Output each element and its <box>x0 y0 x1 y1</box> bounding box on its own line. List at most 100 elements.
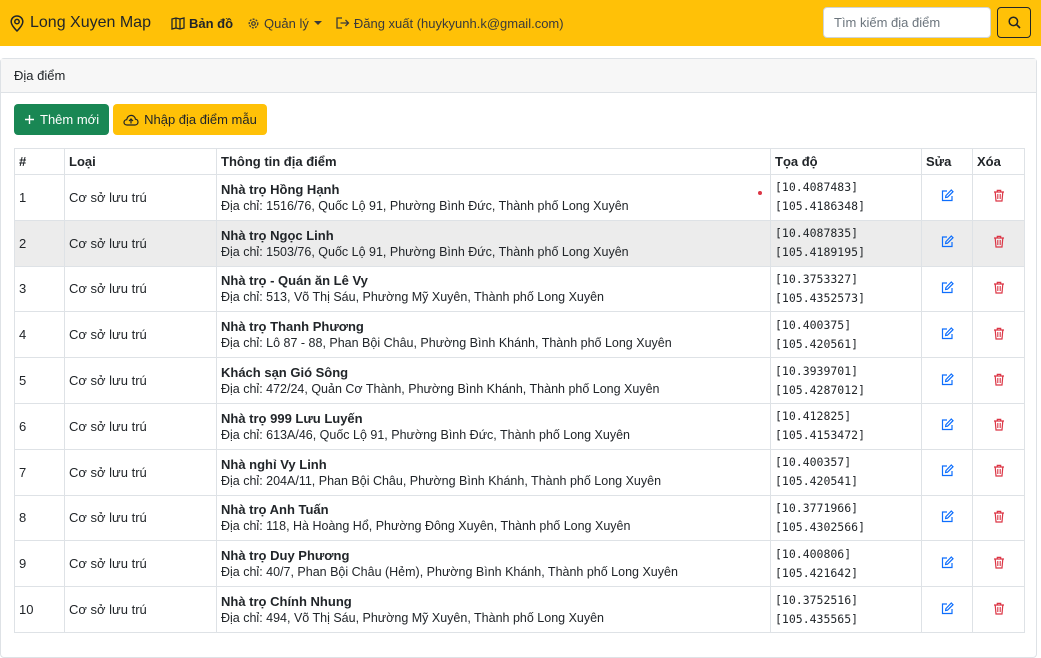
row-delete <box>972 402 1025 450</box>
coord-lng: [105.421642] <box>775 565 859 580</box>
table-row: 7 Cơ sở lưu trú Nhà nghỉ Vy Linh Địa chỉ… <box>14 448 1025 496</box>
table-row: 2 Cơ sở lưu trú Nhà trọ Ngọc Linh Địa ch… <box>14 219 1025 267</box>
edit-icon[interactable] <box>941 464 954 477</box>
edit-icon[interactable] <box>941 601 954 615</box>
row-info: Nhà trọ Chính Nhung Địa chỉ: 494, Võ Thị… <box>216 586 771 633</box>
card-toolbar: Thêm mới Nhập địa điểm mẫu <box>14 104 271 135</box>
nav-map[interactable]: Bản đồ <box>171 16 233 31</box>
row-index: 10 <box>14 586 65 633</box>
row-index-text: 8 <box>19 510 27 526</box>
add-place-button[interactable]: Thêm mới <box>14 104 110 135</box>
trash-icon[interactable] <box>993 510 1005 523</box>
row-delete <box>972 219 1025 267</box>
import-sample-button[interactable]: Nhập địa điểm mẫu <box>113 104 267 135</box>
coord-lat: [10.3752516] <box>775 592 859 607</box>
row-index-text: 6 <box>19 418 27 434</box>
row-type: Cơ sở lưu trú <box>64 357 217 404</box>
add-place-label: Thêm mới <box>40 112 100 127</box>
search-button[interactable] <box>997 7 1031 38</box>
row-type: Cơ sở lưu trú <box>64 494 217 542</box>
place-address: Địa chỉ: 40/7, Phan Bội Châu (Hẻm), Phườ… <box>221 565 678 580</box>
row-type: Cơ sở lưu trú <box>64 448 217 496</box>
col-header-delete: Xóa <box>972 148 1025 175</box>
coord-lat: [10.400375] <box>775 317 852 332</box>
row-delete <box>972 540 1025 588</box>
trash-icon[interactable] <box>993 281 1005 294</box>
chevron-down-icon <box>313 21 322 25</box>
place-address: Địa chỉ: 613A/46, Quốc Lộ 91, Phường Bìn… <box>221 427 630 442</box>
row-index: 9 <box>14 540 65 588</box>
trash-icon[interactable] <box>993 189 1005 202</box>
card-header: Địa điểm <box>1 59 1036 93</box>
row-delete <box>972 265 1025 313</box>
row-index-text: 7 <box>19 464 27 480</box>
nav-logout[interactable]: Đăng xuất (huykyunh.k@gmail.com) <box>336 16 564 31</box>
brand-link[interactable]: Long Xuyen Map <box>10 14 151 32</box>
edit-icon[interactable] <box>941 510 954 523</box>
table-row: 3 Cơ sở lưu trú Nhà trọ - Quán ăn Lê Vy … <box>14 265 1025 313</box>
coord-lat: [10.400357] <box>775 455 852 470</box>
trash-icon[interactable] <box>993 464 1005 477</box>
import-sample-label: Nhập địa điểm mẫu <box>144 112 257 127</box>
search-input[interactable] <box>823 7 991 38</box>
coord-lat: [10.400806] <box>775 546 852 561</box>
row-delete <box>972 586 1025 633</box>
map-icon <box>171 16 185 30</box>
edit-icon[interactable] <box>941 189 954 202</box>
row-index: 3 <box>14 265 65 313</box>
plus-icon <box>25 115 34 124</box>
trash-icon[interactable] <box>993 418 1005 431</box>
row-type-text: Cơ sở lưu trú <box>69 281 147 297</box>
trash-icon[interactable] <box>993 327 1005 340</box>
edit-icon[interactable] <box>941 418 954 431</box>
trash-icon[interactable] <box>993 235 1005 248</box>
row-index-text: 9 <box>19 556 27 572</box>
edit-icon[interactable] <box>941 281 954 294</box>
row-edit <box>921 402 973 450</box>
place-name: Nhà trọ Chính Nhung <box>221 594 352 610</box>
row-type-text: Cơ sở lưu trú <box>69 556 147 572</box>
marker-dot <box>758 191 762 195</box>
row-delete <box>972 174 1025 221</box>
edit-icon[interactable] <box>941 555 954 569</box>
row-edit <box>921 219 973 267</box>
row-type-text: Cơ sở lưu trú <box>69 510 147 526</box>
col-header-info: Thông tin địa điểm <box>216 148 771 175</box>
row-delete <box>972 448 1025 496</box>
trash-icon[interactable] <box>993 373 1005 386</box>
row-type-text: Cơ sở lưu trú <box>69 373 147 389</box>
place-address: Địa chỉ: 118, Hà Hoàng Hổ, Phường Đông X… <box>221 519 631 534</box>
edit-icon[interactable] <box>941 372 954 386</box>
place-name: Nhà trọ 999 Lưu Luyến <box>221 410 363 426</box>
row-type-text: Cơ sở lưu trú <box>69 464 147 480</box>
nav-logout-label: Đăng xuất (huykyunh.k@gmail.com) <box>353 15 564 31</box>
coord-lng: [105.4186348] <box>775 199 866 214</box>
row-info: Nhà trọ Anh Tuấn Địa chỉ: 118, Hà Hoàng … <box>216 494 771 542</box>
row-edit <box>921 265 973 313</box>
edit-icon[interactable] <box>941 326 954 340</box>
row-info: Nhà trọ 999 Lưu Luyến Địa chỉ: 613A/46, … <box>216 402 771 450</box>
col-header-type: Loại <box>64 148 217 175</box>
search-form <box>823 7 1031 38</box>
logout-icon <box>336 17 350 29</box>
edit-icon[interactable] <box>941 235 954 248</box>
row-info: Nhà trọ Ngọc Linh Địa chỉ: 1503/76, Quốc… <box>216 219 771 267</box>
trash-icon[interactable] <box>993 602 1005 615</box>
col-header-index: # <box>14 148 65 175</box>
table-row: 9 Cơ sở lưu trú Nhà trọ Duy Phương Địa c… <box>14 540 1025 588</box>
row-coords: [10.412825] [105.4153472] <box>770 402 922 450</box>
row-coords: [10.4087483] [105.4186348] <box>770 174 922 221</box>
row-type: Cơ sở lưu trú <box>64 540 217 588</box>
place-address: Địa chỉ: Lô 87 - 88, Phan Bội Châu, Phườ… <box>221 336 672 351</box>
brand-text: Long Xuyen Map <box>30 14 151 31</box>
trash-icon[interactable] <box>993 556 1005 569</box>
coord-lng: [105.435565] <box>775 611 859 626</box>
row-edit <box>921 448 973 496</box>
map-pin-icon <box>10 14 24 32</box>
table-row: 10 Cơ sở lưu trú Nhà trọ Chính Nhung Địa… <box>14 586 1025 633</box>
row-type-text: Cơ sở lưu trú <box>69 602 147 618</box>
gear-icon <box>248 18 259 28</box>
nav-manage-dropdown[interactable]: Quản lý <box>247 16 322 31</box>
table-row: 1 Cơ sở lưu trú Nhà trọ Hồng Hạnh Địa ch… <box>14 174 1025 221</box>
row-type: Cơ sở lưu trú <box>64 311 217 359</box>
